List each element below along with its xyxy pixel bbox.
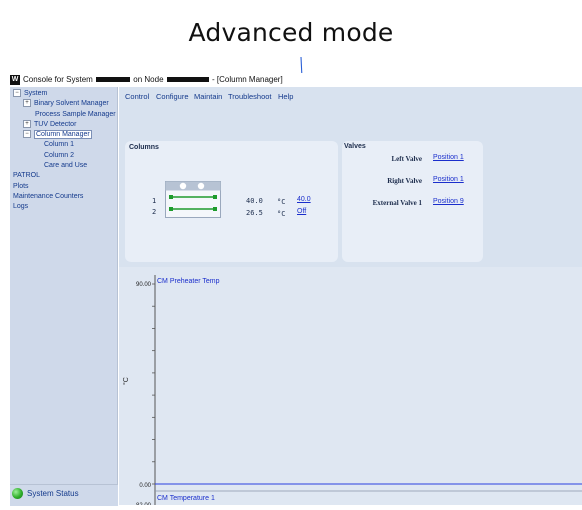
- tree-item-column-1[interactable]: Column 1: [10, 140, 117, 150]
- tree-item-maintenance-counters[interactable]: Maintenance Counters: [10, 192, 117, 202]
- column-2-index: 2: [152, 208, 157, 216]
- main-area: Control Configure Maintain Troubleshoot …: [119, 87, 582, 509]
- expand-icon[interactable]: +: [23, 120, 31, 129]
- system-status-label: System Status: [27, 489, 79, 498]
- columns-panel-title: Columns: [129, 144, 159, 151]
- column-2-temp: 26.5: [246, 209, 263, 217]
- collapse-icon[interactable]: −: [13, 89, 21, 98]
- tree-item-tuv-detector[interactable]: + TUV Detector: [10, 120, 117, 130]
- tree-item-column-2[interactable]: Column 2: [10, 151, 117, 161]
- column-1-unit: °C: [277, 198, 286, 206]
- tree-item-process-sample-manager[interactable]: Process Sample Manager: [10, 110, 117, 120]
- y-tick-top: 90.00: [136, 282, 152, 288]
- system-status[interactable]: System Status: [10, 484, 118, 506]
- valves-panel-title: Valves: [344, 143, 366, 150]
- column-2-setpoint-link[interactable]: Off: [297, 208, 306, 215]
- external-valve-1-position-link[interactable]: Position 9: [433, 198, 464, 205]
- menu-configure[interactable]: Configure: [156, 92, 189, 101]
- tree-item-patrol[interactable]: PATROL: [10, 171, 117, 181]
- tree-item-column-manager[interactable]: − Column Manager: [10, 130, 117, 140]
- valves-panel: Valves Left Valve Right Valve External V…: [342, 141, 483, 262]
- chart-plot-area: CM Preheater Temp 90.00 0.00 °C CM Tempe…: [122, 275, 582, 509]
- menu-troubleshoot[interactable]: Troubleshoot: [228, 92, 272, 101]
- y-tick-bottom: 0.00: [139, 483, 151, 489]
- column-2-unit: °C: [277, 210, 286, 218]
- redacted-node-name: [166, 77, 209, 83]
- window-title-middle: on Node: [133, 75, 164, 84]
- chart-title: CM Preheater Temp: [157, 278, 220, 285]
- tree-item-system[interactable]: − System: [10, 89, 117, 99]
- window-title-prefix: Console for System: [23, 75, 93, 84]
- preheater-temp-chart: CM Preheater Temp 90.00 0.00 °C CM Tempe…: [119, 267, 582, 509]
- window-titlebar: W Console for System on Node - [Column Ma…: [10, 73, 582, 87]
- redacted-system-name: [96, 77, 131, 83]
- external-valve-1-label: External Valve 1: [372, 199, 422, 207]
- tree-item-plots[interactable]: Plots: [10, 182, 117, 192]
- menu-control[interactable]: Control: [125, 92, 149, 101]
- left-valve-position-link[interactable]: Position 1: [433, 154, 464, 161]
- y-axis-label: °C: [122, 377, 130, 385]
- window-title-suffix: - [Column Manager]: [212, 75, 283, 84]
- column-oven-icon: [165, 181, 221, 218]
- tree-item-care-and-use[interactable]: Care and Use: [10, 161, 117, 171]
- left-valve-label: Left Valve: [391, 155, 422, 163]
- tree-item-logs[interactable]: Logs: [10, 202, 117, 212]
- tree-item-binary-solvent-manager[interactable]: + Binary Solvent Manager: [10, 99, 117, 109]
- status-ok-icon: [12, 488, 23, 499]
- navigation-tree: − System + Binary Solvent Manager Process …: [10, 87, 118, 505]
- menu-help[interactable]: Help: [278, 92, 293, 101]
- right-valve-position-link[interactable]: Position 1: [433, 176, 464, 183]
- column-1-setpoint-link[interactable]: 40.0: [297, 196, 311, 203]
- column-1-temp: 40.0: [246, 197, 263, 205]
- app-logo-icon: W: [10, 74, 20, 85]
- expand-icon[interactable]: +: [23, 99, 31, 108]
- collapse-icon[interactable]: −: [23, 130, 31, 139]
- column-1-index: 1: [152, 197, 157, 205]
- next-chart-title: CM Temperature 1: [157, 495, 215, 502]
- right-valve-label: Right Valve: [387, 177, 422, 185]
- columns-panel: Columns 1 2 40.0 26.5 °C °C 40.0 Off: [125, 141, 338, 262]
- menu-maintain[interactable]: Maintain: [194, 92, 222, 101]
- menu-bar: Control Configure Maintain Troubleshoot …: [119, 87, 582, 103]
